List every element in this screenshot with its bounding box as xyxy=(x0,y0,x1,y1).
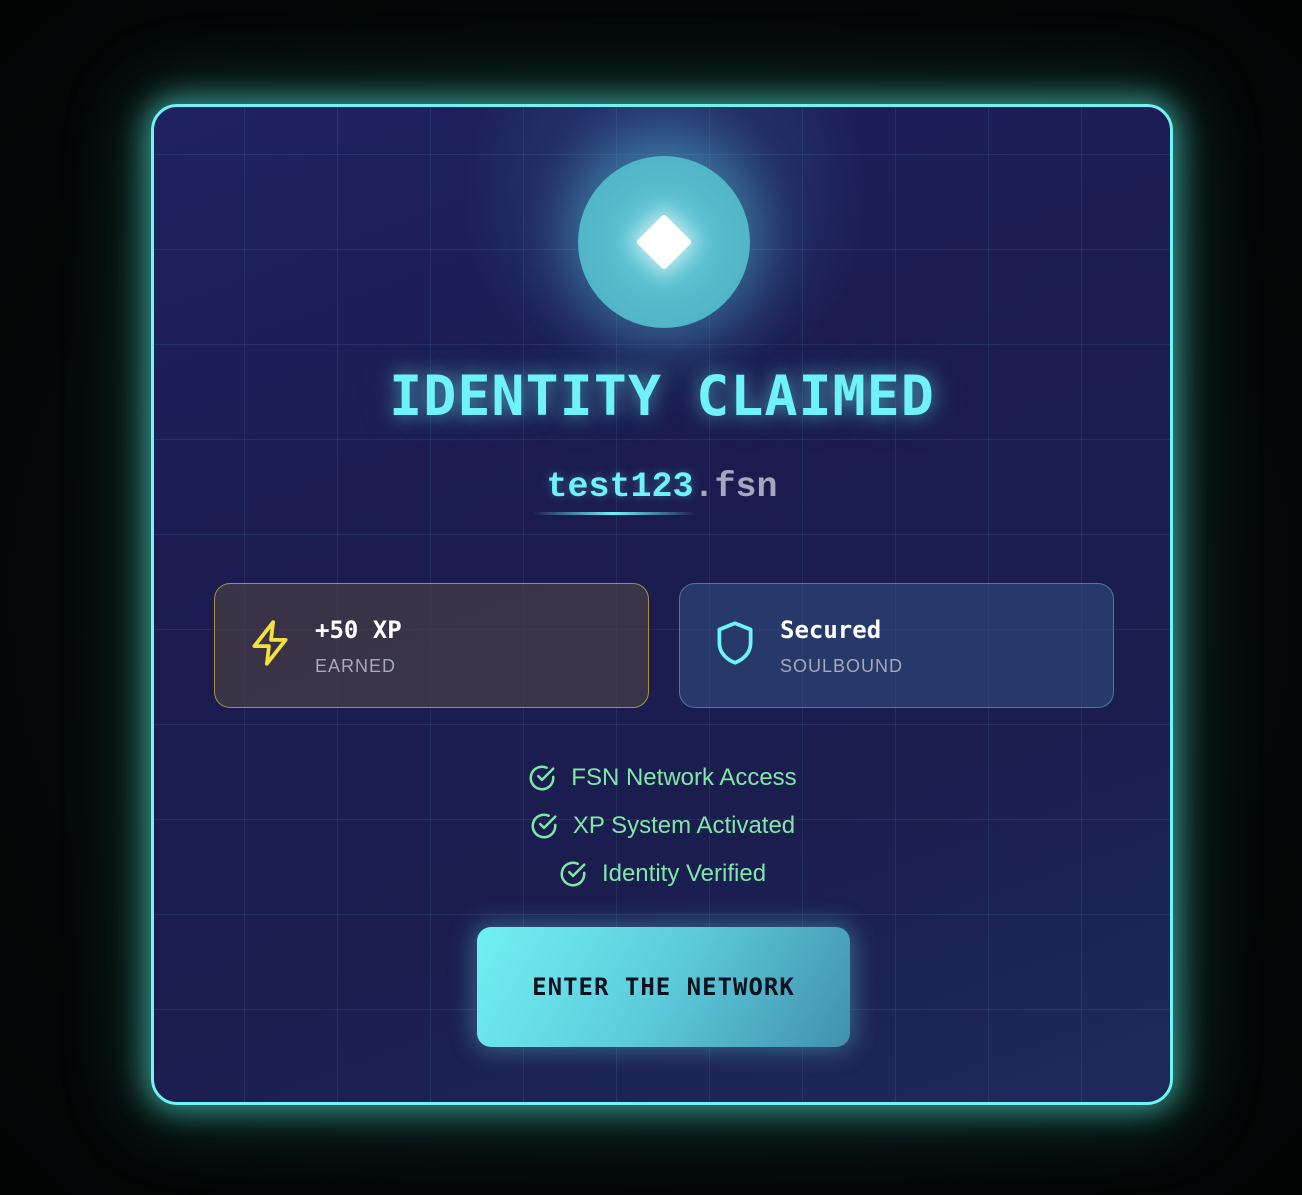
xp-value: +50 XP xyxy=(315,616,402,644)
checklist-item: FSN Network Access xyxy=(154,754,1170,802)
check-circle-icon xyxy=(529,765,555,791)
checklist-label: XP System Activated xyxy=(572,812,796,839)
page-title: IDENTITY CLAIMED xyxy=(389,364,935,428)
domain-name: test123 xyxy=(546,467,694,507)
checklist-item: Identity Verified xyxy=(154,850,1170,898)
check-circle-icon xyxy=(531,813,557,839)
checklist-label: FSN Network Access xyxy=(571,764,797,791)
secured-value: Secured xyxy=(780,616,882,644)
secured-stat-card: Secured SOULBOUND xyxy=(679,583,1114,708)
diamond-icon xyxy=(635,213,693,271)
shield-icon xyxy=(717,621,753,665)
check-circle-icon xyxy=(560,861,586,887)
xp-stat-card: +50 XP EARNED xyxy=(214,583,649,708)
domain-underline xyxy=(532,512,696,515)
identity-claimed-card: IDENTITY CLAIMED test123.fsn +50 XP EARN… xyxy=(151,104,1173,1105)
emblem-orb xyxy=(578,156,750,328)
checklist-label: Identity Verified xyxy=(601,860,767,887)
feature-checklist: FSN Network Access XP System Activated I… xyxy=(154,754,1170,898)
checklist-item: XP System Activated xyxy=(154,802,1170,850)
xp-label: EARNED xyxy=(315,656,397,676)
enter-network-button[interactable]: ENTER THE NETWORK xyxy=(477,927,850,1047)
domain-tld: .fsn xyxy=(693,467,778,507)
claimed-domain: test123.fsn xyxy=(154,467,1170,507)
secured-label: SOULBOUND xyxy=(780,656,904,676)
lightning-bolt-icon xyxy=(252,620,288,666)
